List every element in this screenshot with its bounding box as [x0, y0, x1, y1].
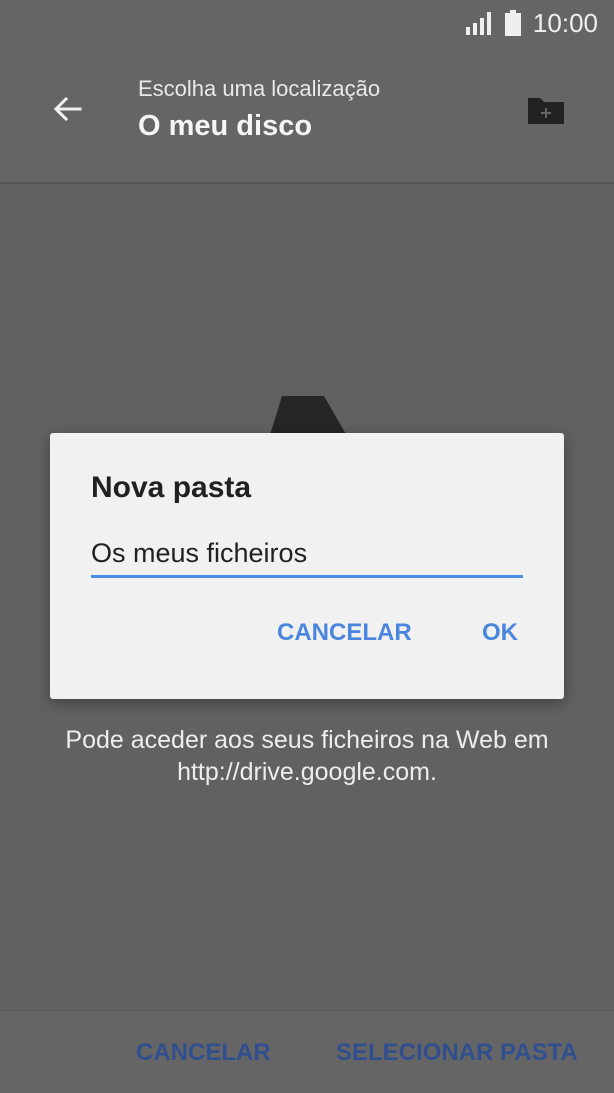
folder-name-input[interactable] — [91, 531, 523, 578]
status-bar: 10:00 — [0, 0, 614, 48]
dialog-cancel-button[interactable]: CANCELAR — [277, 619, 412, 647]
toolbar-subtitle: Escolha uma localização — [138, 76, 381, 101]
dialog-title: Nova pasta — [91, 471, 252, 504]
arrow-back-icon[interactable] — [50, 91, 86, 127]
new-folder-icon[interactable] — [526, 94, 566, 126]
battery-icon — [504, 10, 521, 36]
bottom-action-bar: CANCELAR SELECIONAR PASTA — [0, 1010, 614, 1093]
new-folder-dialog: Nova pasta CANCELAR OK — [50, 433, 564, 699]
status-time: 10:00 — [532, 7, 598, 38]
dialog-ok-button[interactable]: OK — [482, 619, 518, 647]
toolbar-title: O meu disco — [138, 110, 313, 142]
cancel-button[interactable]: CANCELAR — [136, 1039, 271, 1067]
status-icons: 10:00 — [465, 8, 598, 38]
select-folder-button[interactable]: SELECIONAR PASTA — [336, 1039, 578, 1067]
signal-icon — [465, 12, 491, 35]
toolbar: Escolha uma localização O meu disco — [0, 48, 614, 184]
empty-state-text: Pode aceder aos seus ficheiros na Web em… — [65, 726, 549, 786]
